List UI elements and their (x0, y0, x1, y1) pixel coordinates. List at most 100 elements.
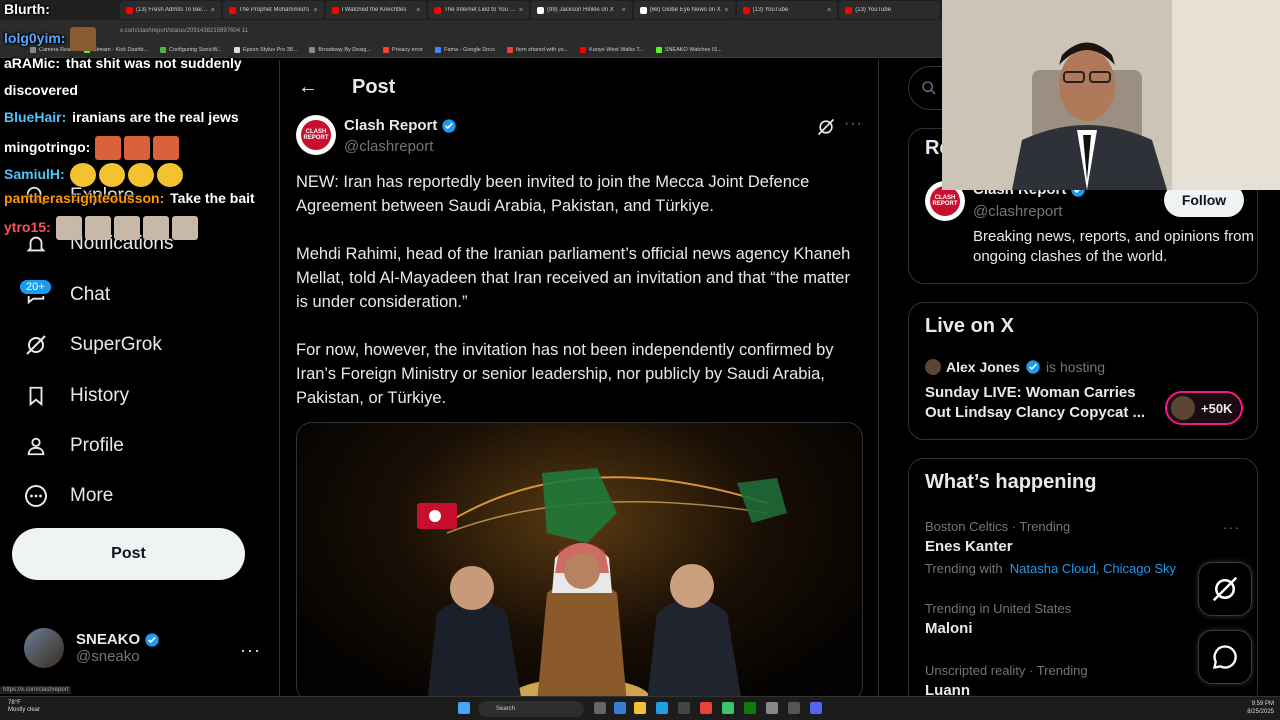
grok-fab-button[interactable] (1198, 562, 1252, 616)
clash-report-logo: CLASH REPORT (301, 120, 331, 150)
bookmark[interactable]: Kanye West Walks T... (580, 46, 644, 53)
bookmark-icon (580, 46, 587, 53)
verified-icon (145, 632, 159, 647)
emote-icon (98, 163, 125, 187)
bookmark-label: Kanye West Walks T... (589, 46, 644, 53)
post-author-name-row[interactable]: Clash Report (344, 117, 457, 134)
trend-item[interactable]: Boston Celtics · Trending Enes Kanter Tr… (925, 519, 1176, 576)
close-icon[interactable]: × (622, 7, 626, 14)
emote-icon (113, 216, 140, 240)
taskbar-search[interactable]: Search (478, 701, 584, 717)
browser-tab[interactable]: (68) Globe Eye News on X × (633, 1, 735, 19)
xbox-icon[interactable] (744, 702, 756, 714)
nav-profile[interactable]: Profile (24, 434, 124, 458)
app-icon[interactable] (788, 702, 800, 714)
bookmark-icon (435, 46, 442, 53)
emote-icon (142, 216, 169, 240)
bookmark-label: Stream - Kick Dashb... (93, 46, 149, 53)
tab-label: (13) YouTube (855, 7, 892, 13)
edge-icon[interactable] (656, 702, 668, 714)
weather-widget[interactable]: 78°F Mostly clear (8, 700, 40, 714)
emote-icon (95, 136, 122, 160)
trend-meta: Boston Celtics · Trending (925, 519, 1071, 534)
task-view-icon[interactable] (594, 702, 606, 714)
live-host-row[interactable]: Alex Jones is hosting (925, 359, 1105, 375)
grok-icon[interactable] (816, 117, 836, 142)
address-bar[interactable]: x.com/clashreport/status/209143821599760… (0, 20, 942, 42)
chrome-icon[interactable] (700, 702, 712, 714)
bookmark-label: Broadway By Desig... (318, 46, 371, 53)
tab-label: The Prophet Mohammed's (238, 7, 310, 13)
app-icon[interactable] (766, 702, 778, 714)
post-author-avatar[interactable]: CLASH REPORT (296, 115, 336, 155)
browser-tab[interactable]: The Prophet Mohammed's × (222, 1, 324, 19)
bookmark[interactable]: SNEAKO Watches IS... (655, 46, 722, 53)
search-icon (922, 81, 936, 95)
chat-username: aRAMic: (4, 55, 61, 71)
tab-label: (68) Globe Eye News on X (649, 7, 721, 13)
post-button[interactable]: Post (12, 528, 245, 580)
trend-links[interactable]: Natasha Cloud, Chicago Sky (1010, 561, 1176, 576)
browser-tab[interactable]: (13) Fresh Admits To Being × (120, 1, 221, 19)
close-icon[interactable]: × (827, 7, 831, 14)
bookmark[interactable]: Privacy error (382, 46, 423, 53)
close-icon[interactable]: × (724, 7, 728, 14)
bookmark[interactable]: Epson Stylus Pro 38... (233, 46, 297, 53)
browser-tab[interactable]: (13) YouTube × (736, 1, 838, 19)
messages-fab-button[interactable] (1198, 630, 1252, 684)
live-on-x-card: Live on X Alex Jones is hosting Sunday L… (908, 302, 1258, 440)
trend-item[interactable]: Unscripted reality · Trending Luann (925, 663, 1088, 699)
avatar (24, 628, 64, 668)
taskbar-search-label: Search (496, 706, 516, 712)
store-icon[interactable] (678, 702, 690, 714)
close-icon[interactable]: × (313, 7, 317, 14)
bookmark-icon (309, 46, 316, 53)
close-icon[interactable]: × (519, 7, 523, 14)
file-explorer-icon[interactable] (634, 702, 646, 714)
bookmark[interactable]: Fama - Google Docs (435, 46, 495, 53)
live-title[interactable]: Sunday LIVE: Woman Carries Out Lindsay C… (925, 383, 1155, 423)
bookmark-label: SNEAKO Watches IS... (664, 46, 722, 53)
bookmark-icon (24, 384, 48, 408)
tab-label: The Internet Lied to You Ab (444, 7, 516, 13)
discord-icon[interactable] (810, 702, 822, 714)
emote-icon (124, 136, 151, 160)
browser-tab[interactable]: I Watched the Knechtles × (325, 1, 427, 19)
app-icon[interactable] (722, 702, 734, 714)
browser-tab[interactable]: (99) Jackson Hinkle on X × (531, 1, 632, 19)
nav-supergrok[interactable]: SuperGrok (24, 333, 162, 357)
account-name: SNEAKO (76, 631, 141, 648)
chat-text: iranians are the real jews (72, 109, 239, 125)
bookmark[interactable]: Item shared with yo... (506, 46, 568, 53)
trend-item[interactable]: Trending in United States Maloni (925, 601, 1071, 637)
start-icon[interactable] (458, 702, 470, 714)
browser-tab[interactable]: The Internet Lied to You Ab × (428, 1, 529, 19)
card-title: What’s happening (925, 471, 1097, 493)
tab-label: (13) YouTube (752, 7, 789, 13)
nav-more[interactable]: More (24, 484, 113, 508)
close-icon[interactable]: × (416, 7, 420, 14)
close-icon[interactable]: × (211, 7, 215, 14)
post-media-image[interactable] (296, 422, 863, 702)
live-listener-count[interactable]: +50K (1165, 391, 1243, 425)
chat-username: lolg0yim: (4, 29, 66, 46)
back-arrow-icon[interactable]: ← (298, 76, 318, 99)
taskbar-clock[interactable]: 9:59 PM 8/25/2025 (1238, 700, 1274, 716)
post-more-icon[interactable]: ··· (844, 115, 863, 133)
chat-message: aRAMic: that shit was not suddenly (4, 55, 242, 71)
emote-icon (70, 27, 97, 51)
bookmark[interactable]: Broadway By Desig... (309, 46, 371, 53)
account-switcher[interactable]: SNEAKO @sneako (24, 628, 160, 668)
account-more-icon[interactable]: ··· (240, 640, 261, 661)
x-logo-icon (639, 6, 647, 14)
trend-more-icon[interactable]: ··· (1223, 519, 1240, 535)
chat-message: pantherasrighteousson: Take the bait (4, 190, 255, 206)
browser-tab[interactable]: (13) YouTube (839, 1, 940, 19)
app-icon[interactable] (614, 702, 626, 714)
clock-date: 8/25/2025 (1247, 709, 1274, 715)
bookmark[interactable]: Configuring SonicW... (160, 46, 222, 53)
weather-temp: 78°F (8, 700, 21, 706)
nav-history[interactable]: History (24, 384, 129, 408)
post-author-handle[interactable]: @clashreport (344, 138, 433, 155)
youtube-icon (845, 6, 853, 14)
